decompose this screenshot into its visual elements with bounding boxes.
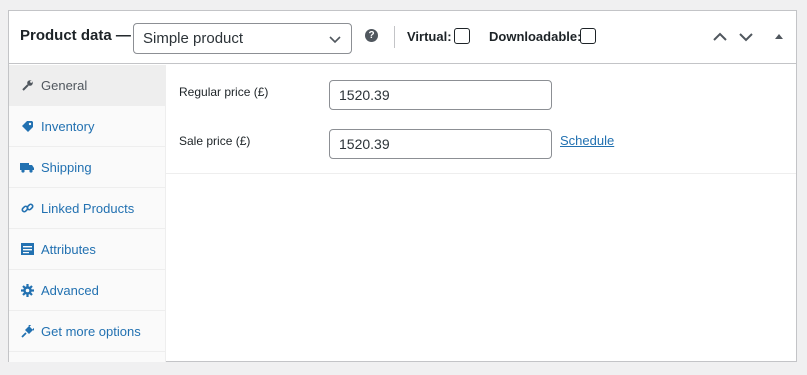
regular-price-label: Regular price (£) [179,85,269,99]
tab-shipping[interactable]: Shipping [9,147,165,188]
virtual-checkbox[interactable] [454,28,470,44]
tab-label: Attributes [41,241,96,257]
link-icon [20,201,34,215]
regular-price-value: 1520.39 [339,87,390,103]
sale-price-value: 1520.39 [339,136,390,152]
truck-icon [20,160,34,174]
tab-label: Linked Products [41,200,135,216]
product-type-value: Simple product [143,30,244,47]
general-tab-panel: Regular price (£) 1520.39 Sale price (£)… [166,65,796,174]
tab-label: Get more options [41,323,141,339]
tab-attributes[interactable]: Attributes [9,229,165,270]
tab-label: Shipping [41,159,92,175]
regular-price-input[interactable]: 1520.39 [329,80,552,110]
tab-general[interactable]: General [9,65,165,106]
move-down-button[interactable] [736,27,756,47]
downloadable-label: Downloadable: [489,29,582,44]
tab-get-more-options[interactable]: Get more options [9,311,165,352]
wrench-icon [20,78,34,92]
tag-icon [20,119,34,133]
sale-price-input[interactable]: 1520.39 [329,129,552,159]
list-icon [20,242,34,256]
panel-title: Product data — [20,27,131,44]
sale-price-label: Sale price (£) [179,134,251,148]
product-type-select[interactable]: Simple product [133,23,352,54]
tab-label: Inventory [41,118,95,134]
product-data-tabs: General Inventory Shipping Linked Produc… [9,65,166,362]
virtual-label: Virtual: [407,29,452,44]
downloadable-checkbox[interactable] [580,28,596,44]
tab-label: General [41,77,88,93]
tab-inventory[interactable]: Inventory [9,106,165,147]
collapse-toggle-button[interactable] [769,27,789,47]
schedule-link[interactable]: Schedule [560,133,614,148]
panel-header: Product data — Simple product ? Virtual:… [9,11,796,64]
move-up-button[interactable] [710,27,730,47]
header-divider [394,26,395,48]
tab-label: Advanced [41,282,99,298]
gear-icon [20,283,34,297]
tab-advanced[interactable]: Advanced [9,270,165,311]
plugin-icon [20,324,34,338]
product-data-panel: Product data — Simple product ? Virtual:… [8,10,797,362]
tab-linked-products[interactable]: Linked Products [9,188,165,229]
chevron-down-icon [328,25,342,64]
help-icon[interactable]: ? [365,29,378,42]
